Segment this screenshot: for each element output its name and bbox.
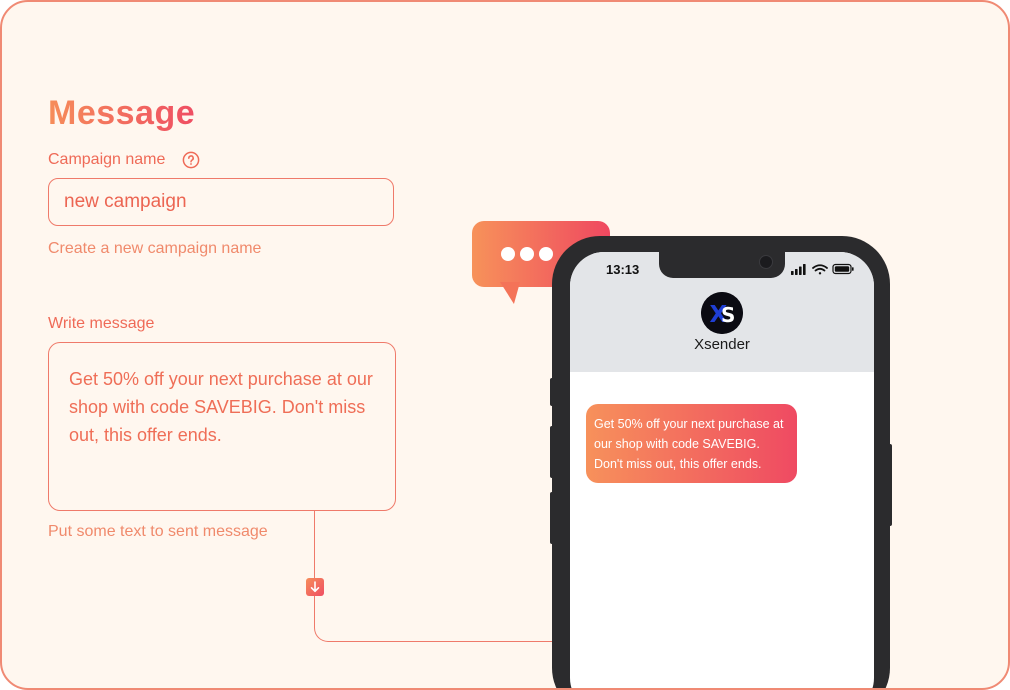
write-message-label: Write message (48, 315, 155, 332)
message-textarea[interactable]: Get 50% off your next purchase at our sh… (48, 342, 396, 511)
message-hint: Put some text to sent message (48, 523, 268, 540)
battery-icon (832, 263, 854, 275)
message-card: Message Campaign name new campaign Creat… (0, 0, 1010, 690)
page-title: Message (48, 94, 196, 132)
campaign-name-label: Campaign name (48, 151, 166, 168)
contact-name: Xsender (694, 336, 750, 353)
campaign-name-input[interactable]: new campaign (48, 178, 394, 226)
typing-dot (520, 247, 534, 261)
help-circle-icon[interactable] (182, 151, 200, 169)
message-bubble: Get 50% off your next purchase at our sh… (586, 404, 797, 483)
camera-icon (759, 255, 773, 269)
chat-header: 13:13 X S Xsender (570, 252, 874, 372)
connector-line-corner (314, 602, 554, 642)
campaign-name-hint: Create a new campaign name (48, 240, 262, 257)
signal-icon (791, 264, 806, 275)
status-time: 13:13 (606, 262, 640, 277)
xsender-logo: X S (701, 292, 743, 334)
wifi-icon (812, 264, 828, 275)
typing-dot (501, 247, 515, 261)
status-icons (791, 263, 854, 275)
arrow-down-icon (306, 578, 324, 596)
avatar[interactable]: X S (701, 292, 743, 334)
typing-dot (539, 247, 553, 261)
svg-text:S: S (721, 303, 735, 327)
typing-bubble-tail (500, 282, 524, 304)
phone-notch (659, 252, 785, 278)
phone-screen: 13:13 X S Xsender Get 50% off your next … (570, 252, 874, 688)
